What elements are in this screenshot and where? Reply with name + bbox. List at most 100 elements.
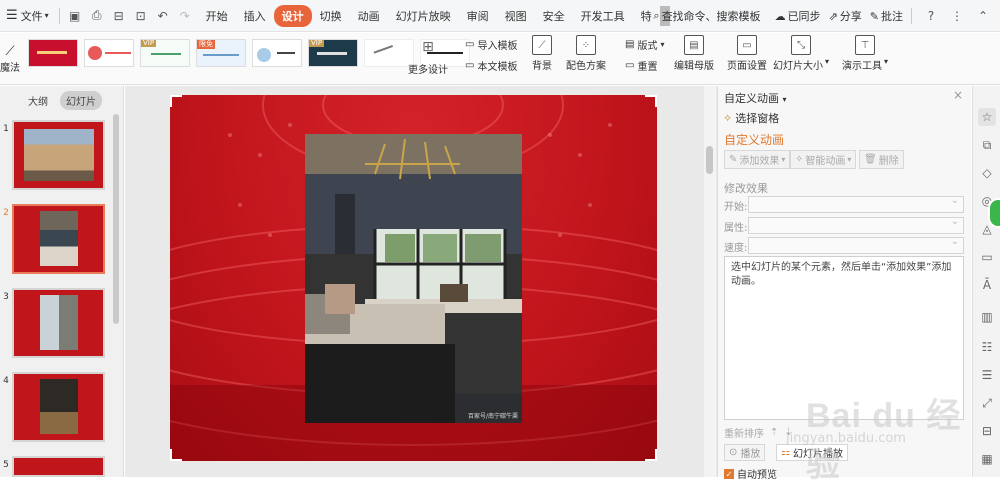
presentation-tools-button[interactable]: ⊤ 演示工具 ▾ bbox=[842, 35, 888, 72]
shape-icon[interactable]: ◇ bbox=[978, 164, 996, 182]
preview-icon[interactable]: ⊡ bbox=[132, 7, 150, 25]
sync-status[interactable]: ☁ 已同步 bbox=[775, 8, 821, 24]
command-search[interactable]: ⌕ 查找命令、搜索模板 bbox=[653, 8, 760, 24]
comment-button[interactable]: ✎ 批注 bbox=[870, 8, 903, 24]
search-icon: ⌕ bbox=[653, 9, 660, 22]
file-menu[interactable]: ☰ 文件 ▾ bbox=[0, 0, 55, 32]
slide-preview[interactable] bbox=[12, 456, 105, 477]
copy-icon[interactable]: ⧉ bbox=[978, 136, 996, 154]
selection-pane-link[interactable]: ⟡ 选择窗格 bbox=[724, 110, 779, 126]
import-icon: ▭ bbox=[465, 39, 475, 50]
share-button[interactable]: ⇗ 分享 bbox=[829, 8, 862, 24]
move-down-icon[interactable]: ⇣ bbox=[784, 427, 792, 438]
selection-corner-tl[interactable] bbox=[170, 95, 182, 107]
slide-thumbnail[interactable]: 4 bbox=[0, 372, 105, 442]
slide-preview[interactable] bbox=[12, 120, 105, 190]
selection-corner-tr[interactable] bbox=[645, 95, 657, 107]
autopreview-checkbox[interactable]: ✓ 自动预览 bbox=[724, 466, 777, 481]
sync-label: 已同步 bbox=[787, 10, 821, 23]
current-slide[interactable]: 百家号/南宁碳牛渠 bbox=[170, 95, 657, 461]
color-scheme-button[interactable]: ⁘ 配色方案 bbox=[566, 35, 606, 72]
smart-animation-button[interactable]: ✧ 智能动画 ▾ bbox=[790, 150, 857, 169]
slide-size-button[interactable]: ⤡ 幻灯片大小 ▾ bbox=[773, 35, 829, 72]
template-thumb[interactable] bbox=[252, 39, 302, 67]
property-select[interactable] bbox=[748, 216, 964, 234]
more-icon[interactable]: ⋮ bbox=[948, 7, 966, 25]
font-icon[interactable]: Ā bbox=[978, 276, 996, 294]
template-thumb[interactable] bbox=[28, 39, 78, 67]
tab-6[interactable]: 审阅 bbox=[459, 5, 497, 27]
tab-slides[interactable]: 幻灯片 bbox=[60, 90, 102, 110]
tab-1[interactable]: 插入 bbox=[236, 5, 274, 27]
slide-thumbnail[interactable]: 3 bbox=[0, 288, 105, 358]
panel-title[interactable]: 自定义动画 ▾ bbox=[724, 90, 787, 106]
image-icon[interactable]: ▭ bbox=[978, 248, 996, 266]
divider bbox=[911, 8, 912, 24]
list-icon[interactable]: ☰ bbox=[978, 366, 996, 384]
reset-button[interactable]: ▭ 重置 bbox=[625, 58, 657, 73]
slide-preview[interactable] bbox=[12, 204, 105, 274]
format-button[interactable]: ▤ 版式 ▾ bbox=[625, 37, 664, 52]
right-tool-rail: ☆ ⧉ ◇ ◎ ◬ ▭ Ā ▥ ☷ ☰ ⤢ ⊟ ▦ bbox=[972, 86, 1000, 477]
template-thumb[interactable]: VIP bbox=[140, 39, 190, 67]
color-scheme-label: 配色方案 bbox=[566, 61, 606, 72]
slide-preview[interactable] bbox=[12, 372, 105, 442]
animation-list[interactable]: 选中幻灯片的某个元素，然后单击“添加效果”添加动画。 bbox=[724, 256, 964, 420]
slide-thumbnail[interactable]: 1 bbox=[0, 120, 105, 190]
tab-outline[interactable]: 大纲 bbox=[22, 91, 54, 110]
animation-star-icon[interactable]: ☆ bbox=[978, 108, 996, 126]
help-icon[interactable]: ? bbox=[922, 7, 940, 25]
table-icon[interactable]: ⊟ bbox=[978, 422, 996, 440]
tab-7[interactable]: 视图 bbox=[497, 5, 535, 27]
start-select[interactable] bbox=[748, 195, 964, 213]
chevron-down-icon: ▾ bbox=[847, 155, 852, 164]
save-icon[interactable]: ▣ bbox=[66, 7, 84, 25]
speed-select[interactable] bbox=[748, 236, 964, 254]
tab-9[interactable]: 开发工具 bbox=[573, 5, 633, 27]
canvas-scrollbar-thumb[interactable] bbox=[706, 146, 713, 174]
slide-sidebar: 大纲 幻灯片 1 2 3 4 5 bbox=[0, 86, 124, 477]
add-effect-label: 添加效果 bbox=[739, 156, 780, 167]
slideshow-button[interactable]: ⚏ 幻灯片播放 bbox=[776, 444, 848, 461]
play-button[interactable]: ⊙ 播放 bbox=[724, 444, 766, 461]
photo-gallery-icon[interactable]: ▦ bbox=[978, 450, 996, 468]
canvas-scrollbar[interactable] bbox=[704, 86, 716, 477]
import-template-button[interactable]: ▭ 导入模板 bbox=[465, 37, 517, 52]
collapse-icon[interactable]: ⌃ bbox=[974, 7, 992, 25]
background-button[interactable]: ⟋ 背景 bbox=[532, 35, 552, 72]
slide-thumbnail[interactable]: 5 bbox=[0, 456, 105, 477]
template-thumb[interactable] bbox=[84, 39, 134, 67]
slide-thumbnail[interactable]: 2 bbox=[0, 204, 105, 274]
floating-assistant-badge[interactable] bbox=[988, 198, 1000, 228]
close-icon[interactable]: × bbox=[953, 88, 963, 102]
slide-size-label: 幻灯片大小 bbox=[773, 61, 823, 72]
settings-sliders-icon[interactable]: ☷ bbox=[978, 338, 996, 356]
bedroom-photo[interactable]: 百家号/南宁碳牛渠 bbox=[305, 134, 522, 423]
resize-icon[interactable]: ⤢ bbox=[978, 394, 996, 412]
selection-corner-bl[interactable] bbox=[170, 449, 182, 461]
tab-4[interactable]: 动画 bbox=[350, 5, 388, 27]
move-up-icon[interactable]: ⇡ bbox=[770, 427, 778, 438]
text-template-button[interactable]: ▭ 本文模板 bbox=[465, 58, 517, 73]
tab-2[interactable]: 设计 bbox=[273, 4, 312, 27]
redo-icon[interactable]: ↷ bbox=[176, 7, 194, 25]
more-design-button[interactable]: ⊞ 更多设计 bbox=[404, 39, 452, 79]
template-thumb[interactable]: VIP bbox=[308, 39, 358, 67]
sidebar-scrollbar[interactable] bbox=[113, 114, 119, 324]
delete-button[interactable]: 🗑 删除 bbox=[859, 150, 904, 169]
print-preview-icon[interactable]: ⎙ bbox=[88, 7, 106, 25]
selection-corner-br[interactable] bbox=[645, 449, 657, 461]
magic-button[interactable]: ⟋ 魔法 bbox=[0, 33, 20, 85]
undo-icon[interactable]: ↶ bbox=[154, 7, 172, 25]
print-icon[interactable]: ⊟ bbox=[110, 7, 128, 25]
slide-preview[interactable] bbox=[12, 288, 105, 358]
tab-0[interactable]: 开始 bbox=[198, 5, 236, 27]
add-effect-button[interactable]: ✎ 添加效果 ▾ bbox=[724, 150, 791, 169]
chart-icon[interactable]: ▥ bbox=[978, 308, 996, 326]
tab-3[interactable]: 切换 bbox=[312, 5, 350, 27]
template-thumb[interactable]: 限免 bbox=[196, 39, 246, 67]
tab-5[interactable]: 幻灯片放映 bbox=[388, 5, 459, 27]
edit-master-button[interactable]: ▤ 编辑母版 bbox=[674, 35, 714, 72]
tab-8[interactable]: 安全 bbox=[535, 5, 573, 27]
page-setup-button[interactable]: ▭ 页面设置 bbox=[727, 35, 767, 72]
